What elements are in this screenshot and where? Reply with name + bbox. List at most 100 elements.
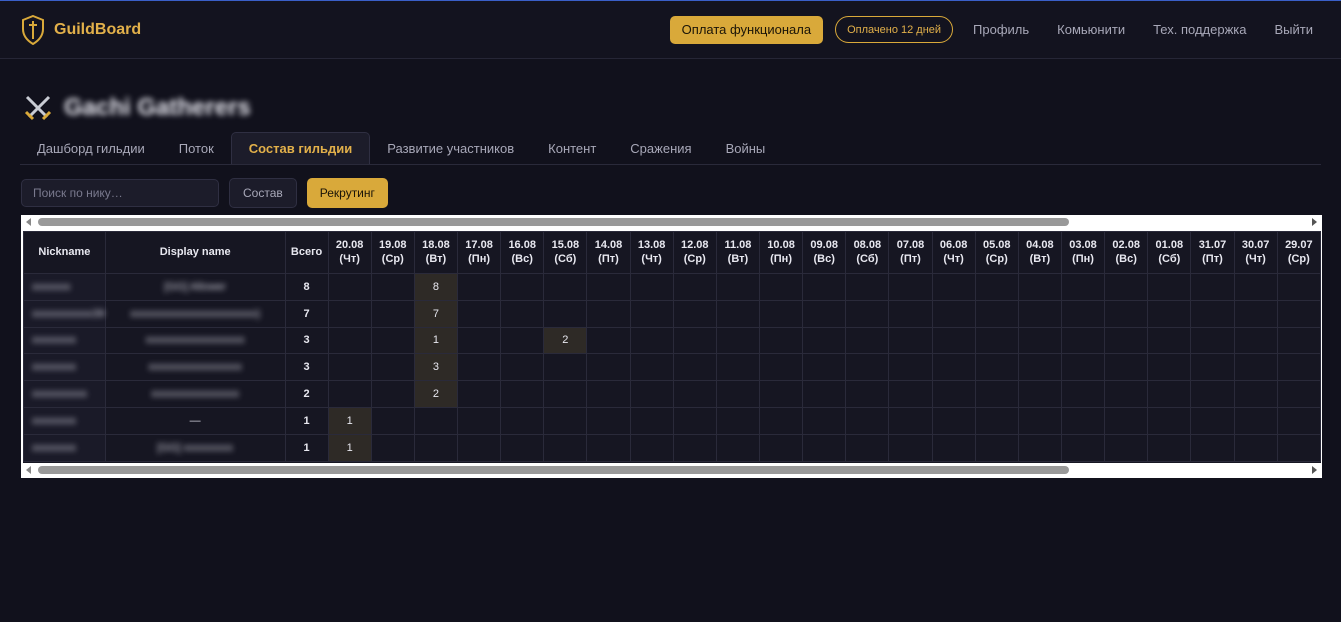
date-column-header[interactable]: 13.08 (Чт)	[629, 231, 674, 274]
date-column-header[interactable]: 12.08 (Ср)	[672, 231, 717, 274]
activity-cell	[1276, 299, 1321, 328]
recruiting-button[interactable]: Рекрутинг	[306, 177, 388, 208]
tab-2[interactable]: Состав гильдии	[230, 132, 371, 164]
weekday-label: (Вт)	[1029, 252, 1051, 265]
table-row[interactable]: xxxxxxx [GG] Allower 8 8	[23, 273, 1321, 301]
activity-cell	[370, 353, 415, 382]
date-column-header[interactable]: 10.08 (Пн)	[758, 231, 804, 274]
date-column-header[interactable]: 16.08 (Вс)	[500, 231, 545, 274]
activity-cell	[1017, 406, 1062, 435]
date-column-header[interactable]: 04.08 (Вт)	[1017, 231, 1062, 274]
activity-cell	[974, 326, 1019, 355]
col-total-header[interactable]: Всего	[284, 231, 329, 274]
tab-3[interactable]: Развитие участников	[370, 132, 531, 164]
scroll-left-arrow-icon[interactable]	[26, 218, 31, 226]
activity-cell	[1147, 406, 1192, 435]
scroll-right-arrow-icon[interactable]	[1312, 466, 1317, 474]
display-name-cell: xxxxxxxxxxxxxxxxx	[104, 353, 286, 382]
tab-5[interactable]: Сражения	[613, 132, 708, 164]
paid-days-badge[interactable]: Оплачено 12 дней	[835, 16, 954, 43]
tab-1[interactable]: Поток	[162, 132, 231, 164]
date-column-header[interactable]: 06.08 (Чт)	[931, 231, 976, 274]
tab-4[interactable]: Контент	[531, 132, 613, 164]
scroll-right-arrow-icon[interactable]	[1312, 218, 1317, 226]
crossed-swords-icon	[22, 92, 54, 124]
date-column-header[interactable]: 18.08 (Вт)	[413, 231, 459, 274]
scrollbar-thumb[interactable]	[38, 466, 1069, 474]
activity-cell	[1190, 380, 1235, 408]
date-column-header[interactable]: 03.08 (Пн)	[1060, 231, 1106, 274]
table-row[interactable]: xxxxxxxxxxx39 xxxxxxxxxxxxxxxxxxxxxxx) 7 7	[23, 299, 1321, 328]
tab-0[interactable]: Дашборд гильдии	[20, 132, 162, 164]
nickname-cell[interactable]: xxxxxxxx	[23, 353, 106, 382]
date-column-header[interactable]: 30.07 (Чт)	[1233, 231, 1278, 274]
date-label: 08.08	[853, 238, 882, 251]
date-column-header[interactable]: 05.08 (Ср)	[974, 231, 1019, 274]
date-column-header[interactable]: 08.08 (Сб)	[845, 231, 890, 274]
scroll-left-arrow-icon[interactable]	[26, 466, 31, 474]
search-nick-input[interactable]	[21, 178, 219, 207]
brand-logo[interactable]: GuildBoard	[20, 14, 141, 46]
display-name-cell: —	[104, 406, 286, 435]
nickname-cell[interactable]: xxxxxxxxxxx39	[23, 299, 106, 328]
date-column-header[interactable]: 14.08 (Пт)	[586, 231, 631, 274]
weekday-label: (Вт)	[425, 252, 447, 265]
table-row[interactable]: xxxxxxxx [GG] xxxxxxxxx 1 1	[23, 433, 1321, 462]
activity-cell	[715, 406, 760, 435]
table-row[interactable]: xxxxxxxx — 1 1	[23, 406, 1321, 435]
date-column-header[interactable]: 29.07 (Ср)	[1276, 231, 1321, 274]
col-nickname-header[interactable]: Nickname	[23, 231, 106, 274]
activity-cell	[802, 353, 847, 382]
date-column-header[interactable]: 17.08 (Пн)	[456, 231, 502, 274]
activity-cell	[370, 326, 415, 355]
col-display-name-header[interactable]: Display name	[104, 231, 286, 274]
nav-logout[interactable]: Выйти	[1261, 22, 1322, 37]
horizontal-scrollbar-top[interactable]	[21, 215, 1322, 229]
weekday-label: (Сб)	[856, 252, 879, 265]
activity-cell	[370, 299, 415, 328]
weekday-label: (Чт)	[339, 252, 360, 265]
horizontal-scrollbar-bottom[interactable]	[21, 463, 1322, 477]
pay-features-button[interactable]: Оплата функционала	[669, 15, 824, 44]
date-column-header[interactable]: 07.08 (Пт)	[888, 231, 933, 274]
table-row[interactable]: xxxxxxxxxx xxxxxxxxxxxxxxxx 2 2	[23, 380, 1321, 408]
activity-cell	[456, 406, 502, 435]
date-column-header[interactable]: 02.08 (Вс)	[1104, 231, 1149, 274]
weekday-label: (Чт)	[1245, 252, 1266, 265]
nav-profile[interactable]: Профиль	[959, 22, 1043, 37]
date-column-header[interactable]: 19.08 (Ср)	[370, 231, 415, 274]
date-column-header[interactable]: 31.07 (Пт)	[1190, 231, 1235, 274]
activity-cell	[1017, 273, 1062, 301]
table-row[interactable]: xxxxxxxx xxxxxxxxxxxxxxxxx 3 3	[23, 353, 1321, 382]
date-column-header[interactable]: 01.08 (Сб)	[1147, 231, 1192, 274]
nickname-cell[interactable]: xxxxxxx	[23, 273, 106, 301]
scrollbar-thumb[interactable]	[38, 218, 1069, 226]
date-column-header[interactable]: 20.08 (Чт)	[327, 231, 372, 274]
nickname-cell[interactable]: xxxxxxxx	[23, 433, 106, 462]
activity-cell	[1060, 273, 1106, 301]
activity-cell	[456, 326, 502, 355]
activity-cell	[1233, 406, 1278, 435]
nickname-cell[interactable]: xxxxxxxxxx	[23, 380, 106, 408]
roster-button[interactable]: Состав	[229, 177, 297, 208]
nav-support[interactable]: Тех. поддержка	[1139, 22, 1260, 37]
tab-6[interactable]: Войны	[709, 132, 783, 164]
activity-cell	[888, 299, 933, 328]
activity-cell	[672, 273, 717, 301]
activity-cell	[1017, 326, 1062, 355]
activity-cell	[802, 406, 847, 435]
date-column-header[interactable]: 11.08 (Вт)	[715, 231, 760, 274]
activity-cell	[629, 380, 674, 408]
nav-community[interactable]: Комьюнити	[1043, 22, 1139, 37]
nickname-cell[interactable]: xxxxxxxx	[23, 326, 106, 355]
activity-cell	[1017, 353, 1062, 382]
display-name-text: [GG] Allower	[164, 280, 227, 293]
nickname-cell[interactable]: xxxxxxxx	[23, 406, 106, 435]
date-column-header[interactable]: 09.08 (Вс)	[802, 231, 847, 274]
table-row[interactable]: xxxxxxxx xxxxxxxxxxxxxxxxxx 3 1 2	[23, 326, 1321, 355]
activity-cell	[500, 380, 545, 408]
display-name-text: xxxxxxxxxxxxxxxxxx	[145, 334, 245, 347]
date-column-header[interactable]: 15.08 (Сб)	[543, 231, 588, 274]
activity-cell	[715, 353, 760, 382]
activity-cell	[802, 299, 847, 328]
